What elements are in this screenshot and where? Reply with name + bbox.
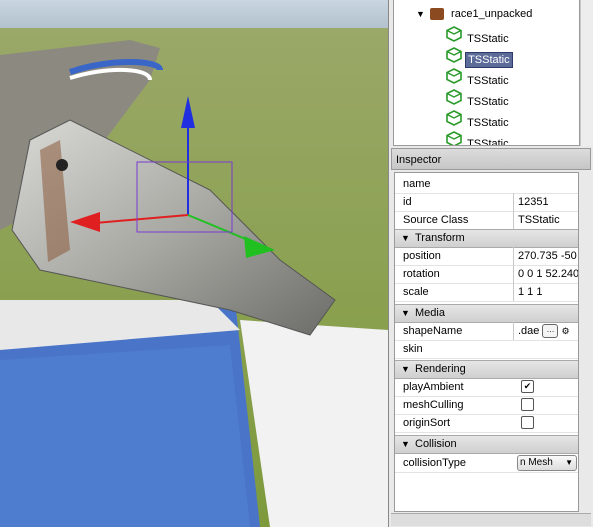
chevron-down-icon: ▼ — [565, 458, 573, 467]
tree-item-label: TSStatic — [467, 117, 509, 129]
prop-label: originSort — [403, 417, 451, 429]
prop-value-source-class: TSStatic — [513, 211, 578, 229]
triangle-down-icon: ▼ — [401, 439, 410, 449]
dropdown-value: n Mesh — [520, 457, 553, 468]
prop-label: Source Class — [403, 214, 469, 226]
tree-item-label: TSStatic — [465, 52, 513, 68]
category-rendering[interactable]: ▼ Rendering — [395, 360, 578, 379]
tree-item-label: race1_unpacked — [451, 8, 533, 20]
prop-row-scale[interactable]: scale 1 1 1 — [395, 283, 578, 302]
category-label: Collision — [415, 438, 457, 450]
tree-item-tsstatic[interactable]: TSStatic — [446, 26, 511, 45]
triangle-down-icon: ▼ — [401, 308, 410, 318]
green-cube-icon — [446, 131, 465, 145]
category-transform[interactable]: ▼ Transform — [395, 229, 578, 248]
prop-label: skin — [403, 343, 423, 355]
scene-tree[interactable]: ▼ race1_unpacked TSStatic TSStatic TSSta… — [393, 0, 580, 146]
triangle-down-icon[interactable]: ▼ — [416, 9, 425, 19]
playambient-checkbox[interactable]: ✔ — [521, 380, 534, 393]
prop-label: scale — [403, 286, 429, 298]
folder-object-icon — [429, 8, 444, 21]
prop-label: id — [403, 196, 412, 208]
tree-item-label: TSStatic — [467, 75, 509, 87]
prop-row-collisiontype[interactable]: collisionType n Mesh ▼ — [395, 454, 578, 473]
prop-value-scale[interactable]: 1 1 1 — [513, 283, 578, 301]
tree-item-tsstatic[interactable]: TSStatic — [446, 131, 511, 146]
tree-item-label: TSStatic — [467, 96, 509, 108]
prop-row-skin[interactable]: skin — [395, 340, 578, 359]
green-cube-icon — [446, 47, 465, 66]
prop-row-partial — [395, 472, 578, 482]
prop-row-position[interactable]: position 270.735 -50 — [395, 247, 578, 266]
triangle-down-icon: ▼ — [401, 364, 410, 374]
meshculling-checkbox[interactable] — [521, 398, 534, 411]
category-label: Transform — [415, 232, 465, 244]
green-cube-icon — [446, 89, 465, 108]
prop-label: meshCulling — [403, 399, 464, 411]
prop-label: collisionType — [403, 457, 466, 469]
category-label: Rendering — [415, 363, 466, 375]
originsort-checkbox[interactable] — [521, 416, 534, 429]
tree-item-label: TSStatic — [467, 138, 509, 146]
prop-label: playAmbient — [403, 381, 464, 393]
prop-value-shapename[interactable]: .dae … ⚙ — [513, 322, 578, 340]
category-collision[interactable]: ▼ Collision — [395, 435, 578, 454]
prop-value-rotation[interactable]: 0 0 1 52.240 — [513, 265, 578, 283]
tree-item-tsstatic[interactable]: TSStatic — [446, 110, 511, 129]
inspector-scrollbar[interactable] — [391, 513, 591, 526]
prop-label: name — [403, 178, 431, 190]
prop-row-rotation[interactable]: rotation 0 0 1 52.240 — [395, 265, 578, 284]
prop-value-position[interactable]: 270.735 -50 — [513, 247, 578, 265]
prop-row-originsort[interactable]: originSort — [395, 414, 578, 433]
tree-scrollbar[interactable] — [580, 0, 593, 146]
prop-label: position — [403, 250, 441, 262]
tree-item-tsstatic[interactable]: TSStatic — [446, 89, 511, 108]
prop-row-source-class[interactable]: Source Class TSStatic — [395, 211, 578, 230]
shapename-text[interactable]: .dae — [518, 325, 539, 337]
prop-label: shapeName — [403, 325, 463, 337]
tree-item-tsstatic-selected[interactable]: TSStatic — [446, 47, 513, 68]
tree-item-race1-unpacked[interactable]: ▼ race1_unpacked — [416, 5, 534, 23]
prop-row-meshculling[interactable]: meshCulling — [395, 396, 578, 415]
prop-row-playambient[interactable]: playAmbient ✔ — [395, 378, 578, 397]
green-cube-icon — [446, 68, 465, 87]
green-cube-icon — [446, 26, 465, 45]
prop-row-name[interactable]: name — [395, 175, 578, 194]
editor-side-panel: ▼ race1_unpacked TSStatic TSStatic TSSta… — [388, 0, 593, 527]
prop-row-id[interactable]: id 12351 — [395, 193, 578, 212]
scene-viewport[interactable] — [0, 0, 388, 527]
prop-row-shapename[interactable]: shapeName .dae … ⚙ — [395, 322, 578, 341]
triangle-down-icon: ▼ — [401, 233, 410, 243]
tree-item-label: TSStatic — [467, 33, 509, 45]
shape-settings-icon[interactable]: ⚙ — [562, 326, 570, 336]
category-media[interactable]: ▼ Media — [395, 304, 578, 323]
scene-render — [0, 0, 388, 527]
inspector-property-grid[interactable]: name id 12351 Source Class TSStatic ▼ Tr… — [394, 172, 579, 512]
inspector-header: Inspector — [391, 148, 591, 170]
prop-value-id: 12351 — [513, 193, 578, 211]
tree-item-tsstatic[interactable]: TSStatic — [446, 68, 511, 87]
green-cube-icon — [446, 110, 465, 129]
category-label: Media — [415, 307, 445, 319]
browse-button[interactable]: … — [542, 324, 559, 339]
collisiontype-dropdown[interactable]: n Mesh ▼ — [517, 455, 577, 471]
prop-label: rotation — [403, 268, 440, 280]
